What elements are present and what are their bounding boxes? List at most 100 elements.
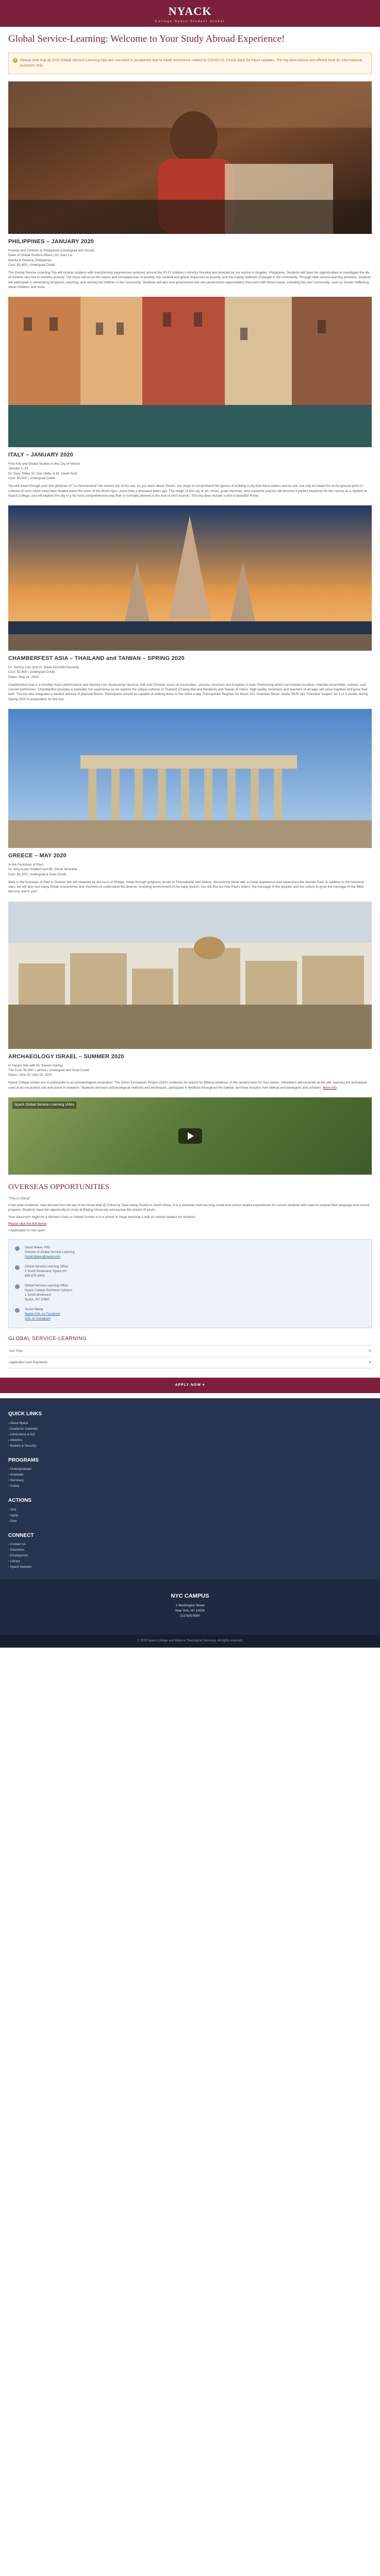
footer-link[interactable]: Bulletin & Security	[8, 1444, 372, 1449]
program-title-philippines: PHILIPPINES – JANUARY 2020	[8, 239, 94, 245]
instagram-link[interactable]: GSL on Instagram	[25, 1317, 51, 1320]
main-content: Global Service-Learning: Welcome to Your…	[0, 33, 380, 1369]
program-meta-line: Dr. Tammy Lum and Dr. Marie Kenneth Kenn…	[8, 666, 79, 670]
accordion-item-application[interactable]: Application and Payments ▾	[8, 1357, 372, 1369]
footer-heading: CONNECT	[8, 1532, 34, 1538]
program-title-italy: ITALY – JANUARY 2020	[8, 452, 74, 459]
contact-item: Global Service-Learning Office Nyack Col…	[15, 1284, 365, 1302]
chevron-down-icon: ▾	[203, 1383, 205, 1387]
accordion-item-our-trips[interactable]: Our Trips ▾	[8, 1345, 372, 1357]
contact-email-link[interactable]: Sarah.Baker@nyack.edu	[25, 1255, 60, 1259]
program-photo-israel	[8, 901, 372, 1049]
contact-item: Social Media Nyack GSL on Facebook GSL o…	[15, 1308, 365, 1321]
program-description: You will travel through your first glimp…	[8, 484, 367, 498]
campus-line: New York, NY 10004	[175, 1609, 205, 1613]
program-photo-italy	[8, 297, 372, 448]
video-title: Nyack Global Service-Learning Video	[12, 1101, 77, 1109]
contact-line: 1 South Boulevard, Nyack NY	[25, 1269, 67, 1274]
campus-phone: 212-625-0500	[180, 1614, 200, 1618]
chevron-down-icon: ▾	[369, 1349, 371, 1353]
footer-link[interactable]: Library	[8, 1560, 372, 1564]
copyright: © 2020 Nyack College and Alliance Theolo…	[0, 1635, 380, 1648]
program-meta-line: Dr. Amy Kunis-Shabbir and Mr. Shruti Jeh…	[8, 868, 77, 872]
footer-link[interactable]: Visit	[8, 1508, 372, 1513]
user-icon	[15, 1246, 20, 1251]
program-title-greece: GREECE – MAY 2020	[8, 853, 67, 859]
contact-line: Director of Global Service-Learning	[25, 1250, 75, 1255]
program-meta-line: Manila & General, Philippines	[8, 258, 52, 262]
program-meta-line: Cost: $2,800 | Undergrad Credit	[8, 263, 55, 267]
program-meta-line: Fine Arts and Global Studies in the City…	[8, 462, 80, 466]
footer-heading: ACTIONS	[8, 1498, 31, 1504]
footer-heading: PROGRAMS	[8, 1457, 39, 1463]
building-icon	[15, 1284, 20, 1290]
program-description: Walk in the footsteps of Paul in Greece!…	[8, 880, 364, 894]
footer-link[interactable]: Undergraduate	[8, 1467, 372, 1472]
thai-temple-image	[8, 505, 372, 651]
program-meta-line: El Haram Site with Dr. Steven Hartley	[8, 1063, 63, 1067]
program-title-thailand: CHAMBERFEST ASIA – THAILAND and TAIWAN –…	[8, 655, 185, 662]
footer-link[interactable]: Athletics	[8, 1438, 372, 1443]
parthenon-image	[8, 709, 372, 849]
footer-link[interactable]: Graduate	[8, 1473, 372, 1478]
overseas-description: A two-year Academic Year Abroad from the…	[8, 1204, 370, 1212]
overseas-subheading: "This is China!"	[8, 1196, 31, 1200]
contact-line: Nyack, NY 10960	[25, 1298, 50, 1302]
footer-link[interactable]: About Nyack	[8, 1421, 372, 1426]
overseas-description-2: Your classroom might be a Western class …	[8, 1215, 196, 1219]
more-info-link[interactable]: More info	[323, 1086, 337, 1090]
notice-text: Please note that all 2020 Global Service…	[20, 58, 362, 67]
site-footer: QUICK LINKS About Nyack Academic Calenda…	[0, 1398, 380, 1580]
site-header: NYACK College Nyack Student Global	[0, 0, 380, 27]
program-meta-line: Cost: $3,500 | Undergrad Credit	[8, 477, 55, 480]
warning-icon: !	[13, 58, 18, 63]
footer-link[interactable]: Give	[8, 1519, 372, 1524]
logo-word: NYACK	[168, 4, 212, 18]
contact-phone: 845-675-4400	[25, 1274, 45, 1278]
page-title: Global Service-Learning: Welcome to Your…	[8, 33, 285, 44]
program-meta-line: Cost: $2,900 | Undergrad Credit	[8, 670, 55, 674]
overseas-bullet: • Application is now open	[8, 1229, 45, 1233]
logo-subtitle: College Nyack Student Global	[155, 20, 225, 23]
contact-line: Global Service-Learning Office	[25, 1265, 69, 1269]
chevron-down-icon: ▾	[369, 1361, 371, 1365]
program-photo-philippines	[8, 81, 372, 234]
overseas-link[interactable]: Please click the link below	[8, 1222, 46, 1226]
venice-image	[8, 297, 372, 448]
program-description: The Global Service-Learning Trip will in…	[8, 271, 371, 289]
philippines-image	[8, 81, 372, 234]
program-meta-line: Cost: $3,200 | Undergrad & Grad Credit	[8, 872, 67, 876]
program-description: Chamberfest Asia is a monthly music perf…	[8, 683, 368, 701]
footer-link[interactable]: Nyack Network	[8, 1565, 372, 1570]
covid-notice: ! Please note that all 2020 Global Servi…	[8, 52, 372, 75]
facebook-link[interactable]: Nyack GSL on Facebook	[25, 1312, 60, 1316]
promo-video[interactable]: Nyack Global Service-Learning Video	[8, 1097, 372, 1175]
contact-box: Sarah Baker, PhD Director of Global Serv…	[8, 1239, 372, 1329]
footer-link[interactable]: Employment	[8, 1554, 372, 1558]
footer-link[interactable]: Online	[8, 1484, 372, 1489]
footer-link[interactable]: Apply	[8, 1514, 372, 1518]
program-meta-line: Poverty and Children in Philippines (Und…	[8, 248, 94, 252]
contact-line: Global Service-Learning Office	[25, 1284, 69, 1288]
play-icon[interactable]	[178, 1128, 202, 1144]
accordion-title: GLOBAL SERVICE-LEARNING	[8, 1336, 87, 1342]
program-photo-thailand	[8, 505, 372, 651]
program-meta-line: January 1–14	[8, 467, 28, 471]
program-meta-line: Trip Cost: $2,900 + airfare | Undergrad …	[8, 1068, 89, 1072]
footer-link[interactable]: Admissions & Aid	[8, 1433, 372, 1437]
program-meta-line: Dates: May 14, 2020	[8, 675, 39, 679]
program-title-israel: ARCHAEOLOGY ISRAEL – SUMMER 2020	[8, 1053, 124, 1060]
footer-link[interactable]: Directions	[8, 1548, 372, 1553]
site-logo[interactable]: NYACK College Nyack Student Global	[155, 3, 225, 24]
contact-line: 1 South Boulevard	[25, 1293, 51, 1297]
accordion: Our Trips ▾ Application and Payments ▾	[8, 1345, 372, 1369]
contact-item: Global Service-Learning Office 1 South B…	[15, 1265, 365, 1279]
campus-line: 2 Washington Street	[175, 1604, 205, 1608]
footer-link[interactable]: Academic Calendar	[8, 1427, 372, 1432]
program-meta-line: Dr. Gary Tolley, Dr. Dan Hilda, & Dr. Da…	[8, 471, 77, 476]
overseas-heading: OVERSEAS OPPORTUNITIES	[8, 1183, 110, 1191]
apply-now-button[interactable]: APPLY NOW ▾	[0, 1378, 380, 1394]
footer-link[interactable]: Seminary	[8, 1479, 372, 1483]
footer-link[interactable]: Contact Us	[8, 1543, 372, 1547]
contact-line: Sarah Baker, PhD	[25, 1246, 51, 1250]
